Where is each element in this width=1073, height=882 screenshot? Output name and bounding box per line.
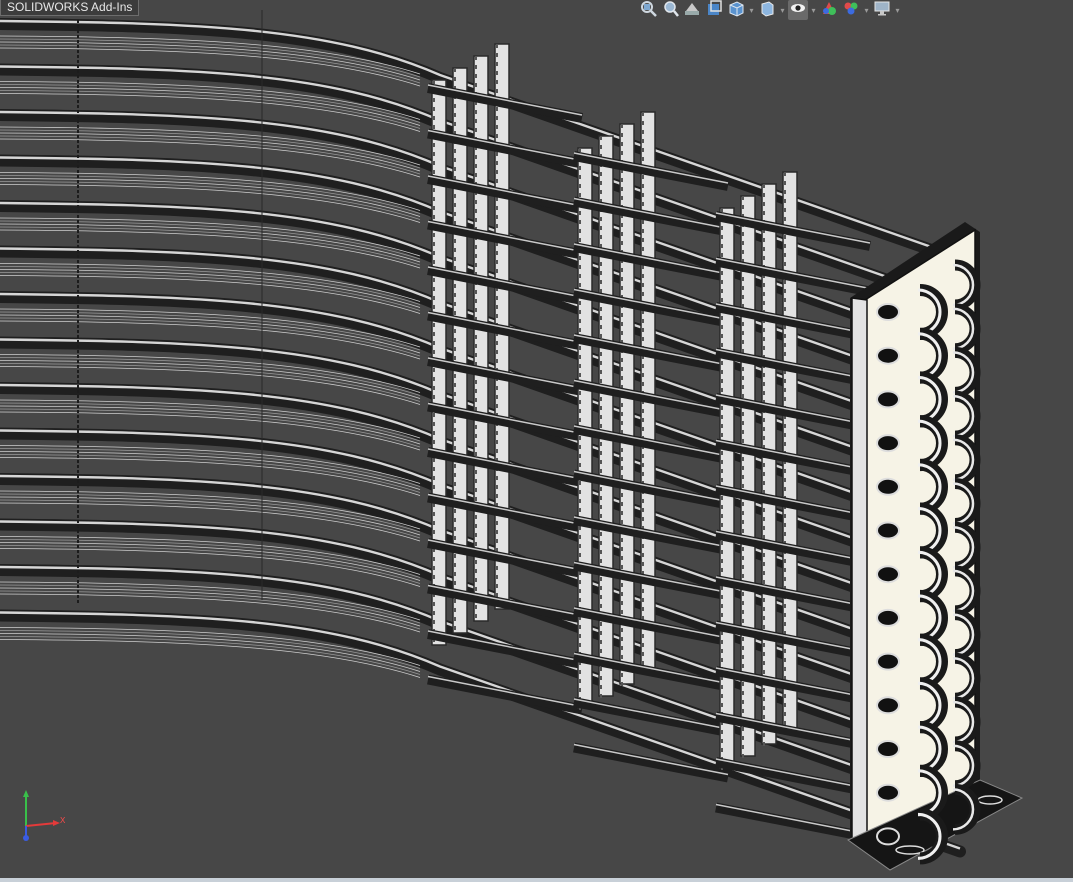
hide-show-items-icon — [789, 0, 807, 22]
edit-appearance-button[interactable] — [819, 0, 839, 20]
tube-end — [876, 434, 900, 453]
command-manager-tab-addins[interactable]: SOLIDWORKS Add-Ins — [0, 0, 140, 16]
view-orientation-icon — [727, 0, 745, 22]
chevron-down-icon[interactable]: ▾ — [810, 0, 817, 20]
previous-view-icon — [683, 0, 701, 22]
tube-end — [876, 783, 900, 802]
tube-end — [876, 652, 900, 671]
tube-end — [876, 303, 900, 321]
zoom-to-fit-button[interactable] — [638, 0, 658, 20]
chevron-down-icon[interactable]: ▾ — [748, 0, 755, 20]
support-frame-1[interactable] — [427, 43, 583, 715]
edit-appearance-icon — [820, 0, 838, 22]
previous-view-button[interactable] — [682, 0, 702, 20]
reference-triad: X — [14, 786, 74, 846]
chevron-down-icon[interactable]: ▾ — [779, 0, 786, 20]
graphics-area[interactable] — [0, 0, 1073, 878]
tube-end — [876, 390, 900, 409]
end-plate[interactable] — [847, 222, 1024, 871]
hide-show-items-button[interactable] — [788, 0, 808, 20]
tube-end — [876, 346, 900, 365]
view-settings-button[interactable] — [872, 0, 892, 20]
tube-end — [876, 608, 900, 627]
heads-up-view-toolbar: ▾ ▾ ▾ ▾ ▾ — [638, 0, 901, 20]
apply-scene-icon — [842, 0, 860, 22]
zoom-to-area-button[interactable] — [660, 0, 680, 20]
tube-end — [876, 740, 900, 758]
display-style-icon — [758, 0, 776, 22]
view-settings-icon — [873, 0, 891, 22]
tube-end — [876, 521, 900, 540]
zoom-to-area-icon — [661, 0, 679, 22]
coil-assembly-model[interactable] — [0, 0, 1073, 878]
status-strip — [0, 878, 1073, 882]
tube-end — [876, 696, 900, 715]
chevron-down-icon[interactable]: ▾ — [894, 0, 901, 20]
section-view-button[interactable] — [704, 0, 724, 20]
chevron-down-icon[interactable]: ▾ — [863, 0, 870, 20]
apply-scene-button[interactable] — [841, 0, 861, 20]
view-orientation-button[interactable] — [726, 0, 746, 20]
zoom-to-fit-icon — [639, 0, 657, 22]
triad-x-label: X — [60, 816, 66, 825]
section-view-icon — [705, 0, 723, 22]
display-style-button[interactable] — [757, 0, 777, 20]
triad-x-axis — [25, 822, 57, 827]
tube-end — [876, 565, 900, 584]
tube-end — [876, 477, 900, 496]
tube-end — [876, 827, 900, 846]
